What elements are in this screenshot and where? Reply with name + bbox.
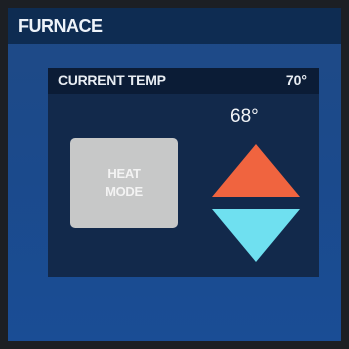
triangle-down-icon (212, 209, 300, 262)
current-temp-label: CURRENT TEMP (58, 72, 166, 88)
mode-button-line1: HEAT (107, 166, 141, 181)
decrease-temp-button[interactable] (210, 206, 302, 266)
title-bar: FURNACE (8, 8, 341, 44)
setpoint-temp: 68° (230, 106, 259, 127)
increase-temp-button[interactable] (210, 140, 302, 200)
thermostat-screen: FURNACE CURRENT TEMP 70° 68° HEAT MODE (8, 8, 341, 341)
panel-header: CURRENT TEMP 70° (48, 68, 319, 94)
triangle-up-icon (212, 144, 300, 197)
mode-button-line2: MODE (105, 184, 143, 199)
heat-mode-button[interactable]: HEAT MODE (70, 138, 178, 228)
current-temp-value: 70° (285, 72, 307, 88)
temperature-panel: CURRENT TEMP 70° 68° HEAT MODE (48, 68, 319, 277)
page-title: FURNACE (18, 15, 103, 36)
